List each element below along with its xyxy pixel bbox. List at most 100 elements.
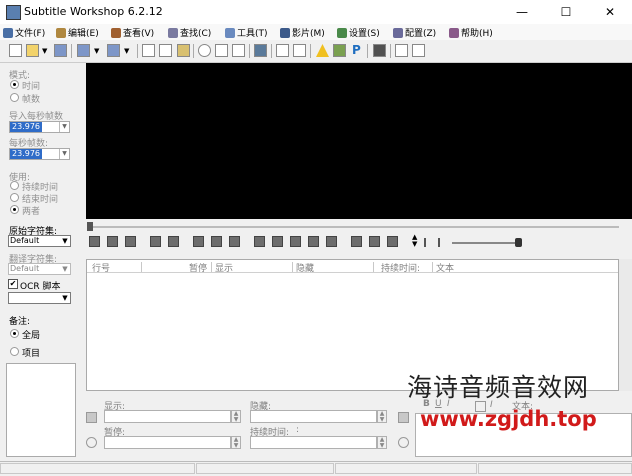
- show-s-icon[interactable]: [387, 236, 398, 247]
- spellcheck-icon[interactable]: [254, 44, 267, 57]
- use-end-radio[interactable]: [10, 193, 19, 202]
- dropdown-arrow-icon[interactable]: ▼: [94, 47, 99, 55]
- trans-charset-select[interactable]: Default ▼: [8, 263, 71, 275]
- menu-label: 文件(F): [15, 29, 46, 39]
- menu-find[interactable]: 查找(C): [168, 26, 211, 39]
- hide-time-spinner[interactable]: ▲ ▼: [377, 410, 387, 423]
- notes-global-radio[interactable]: [10, 329, 19, 338]
- hide-time-input[interactable]: [250, 410, 377, 423]
- save-translation-icon[interactable]: [107, 44, 120, 57]
- column-separator: [141, 262, 142, 272]
- volume-slider-track[interactable]: [452, 242, 520, 244]
- search-icon: [168, 27, 178, 38]
- toolbar-separator: [390, 44, 391, 58]
- volume-slider-thumb[interactable]: [515, 238, 522, 247]
- next-subtitle-icon[interactable]: [168, 236, 179, 247]
- open-file-icon[interactable]: [26, 44, 39, 57]
- ocr-label: OCR 脚本: [20, 282, 61, 292]
- edit-icon: [56, 27, 66, 38]
- paste-icon[interactable]: [177, 44, 190, 57]
- orig-charset-select[interactable]: Default ▼: [8, 235, 71, 247]
- prev-subtitle-icon[interactable]: [150, 236, 161, 247]
- pascal-icon[interactable]: P: [352, 43, 361, 57]
- fps-select[interactable]: 23.976 ▼: [9, 148, 70, 160]
- eye-icon: [111, 27, 121, 38]
- duration-input[interactable]: [250, 436, 377, 449]
- end-sub-icon[interactable]: [308, 236, 319, 247]
- dropdown-arrow-icon[interactable]: ▼: [42, 47, 47, 55]
- save-icon[interactable]: [54, 44, 67, 57]
- play-icon[interactable]: [89, 236, 100, 247]
- new-file-icon[interactable]: [9, 44, 22, 57]
- movie-icon[interactable]: [395, 44, 408, 57]
- use-both-radio[interactable]: [10, 205, 19, 214]
- show-1-icon[interactable]: [351, 236, 362, 247]
- find-icon[interactable]: [276, 44, 289, 57]
- info-icon[interactable]: [333, 44, 346, 57]
- options-icon[interactable]: [412, 44, 425, 57]
- warning-icon[interactable]: [316, 44, 329, 57]
- input-fps-select[interactable]: 23.976 ▼: [9, 121, 70, 133]
- menu-settings[interactable]: 设置(S): [337, 26, 380, 39]
- start-sub-icon[interactable]: [290, 236, 301, 247]
- status-segment: [335, 463, 477, 474]
- mode-frames-radio[interactable]: [10, 93, 19, 102]
- video-preview[interactable]: [86, 63, 632, 219]
- menu-movie[interactable]: 影片(M): [280, 26, 325, 39]
- clock-icon[interactable]: [398, 437, 409, 448]
- prev-line-icon[interactable]: [86, 412, 97, 423]
- menu-config[interactable]: 配置(Z): [393, 26, 436, 39]
- set-show-icon[interactable]: [254, 236, 265, 247]
- chevron-down-icon: ▼: [59, 149, 69, 159]
- dropdown-arrow-icon[interactable]: ▼: [124, 47, 129, 55]
- close-button[interactable]: ✕: [588, 0, 632, 24]
- pause-icon[interactable]: [107, 236, 118, 247]
- menu-label: 影片(M): [292, 29, 325, 39]
- menu-edit[interactable]: 编辑(E): [56, 26, 99, 39]
- vertical-scrollbar[interactable]: [619, 259, 632, 391]
- ocr-checkbox[interactable]: ✔: [8, 279, 18, 289]
- save-project-icon[interactable]: [373, 44, 386, 57]
- stop-icon[interactable]: [125, 236, 136, 247]
- notes-item-radio[interactable]: [10, 347, 19, 356]
- step-icon[interactable]: [229, 236, 240, 247]
- left-panel: 模式: 时间 帧数 导入每秒帧数 23.976 ▼ 每秒帧数: 23.976 ▼ 使…: [4, 63, 80, 475]
- notes-textarea[interactable]: [6, 363, 76, 457]
- forward-icon[interactable]: [211, 236, 222, 247]
- cut-icon[interactable]: [142, 44, 155, 57]
- menu-tools[interactable]: 工具(T): [225, 26, 268, 39]
- ocr-select[interactable]: ▼: [8, 292, 71, 304]
- copy-icon[interactable]: [159, 44, 172, 57]
- sync-icon[interactable]: [326, 236, 337, 247]
- orig-charset-value: Default: [10, 236, 40, 245]
- subtitle-icon[interactable]: [232, 44, 245, 57]
- minimize-button[interactable]: —: [500, 0, 544, 24]
- pause-time-spinner[interactable]: ▲ ▼: [231, 436, 241, 449]
- duration-spinner[interactable]: ▲ ▼: [377, 436, 387, 449]
- rewind-icon[interactable]: [193, 236, 204, 247]
- pause-time-input[interactable]: [104, 436, 231, 449]
- seek-bar[interactable]: [89, 226, 619, 228]
- mode-time-radio[interactable]: [10, 80, 19, 89]
- column-separator: [211, 262, 212, 272]
- clock-icon[interactable]: [86, 437, 97, 448]
- use-duration-radio[interactable]: [10, 181, 19, 190]
- maximize-button[interactable]: ☐: [544, 0, 588, 24]
- speed-spinner[interactable]: ▲ ▼: [412, 234, 417, 248]
- menu-file[interactable]: 文件(F): [3, 26, 45, 39]
- show-time-spinner[interactable]: ▲ ▼: [231, 410, 241, 423]
- show-2-icon[interactable]: [369, 236, 380, 247]
- next-line-icon[interactable]: [398, 412, 409, 423]
- clock-icon[interactable]: [198, 44, 211, 57]
- menu-help[interactable]: 帮助(H): [449, 26, 493, 39]
- set-hide-icon[interactable]: [272, 236, 283, 247]
- show-time-input[interactable]: [104, 410, 231, 423]
- toolbar-separator: [367, 44, 368, 58]
- mode-time-label: 时间: [22, 82, 41, 92]
- seek-thumb[interactable]: [87, 222, 93, 231]
- save-as-icon[interactable]: [77, 44, 90, 57]
- toolbar-separator: [249, 44, 250, 58]
- menu-view[interactable]: 查看(V): [111, 26, 154, 39]
- replace-icon[interactable]: [293, 44, 306, 57]
- frame-icon[interactable]: [215, 44, 228, 57]
